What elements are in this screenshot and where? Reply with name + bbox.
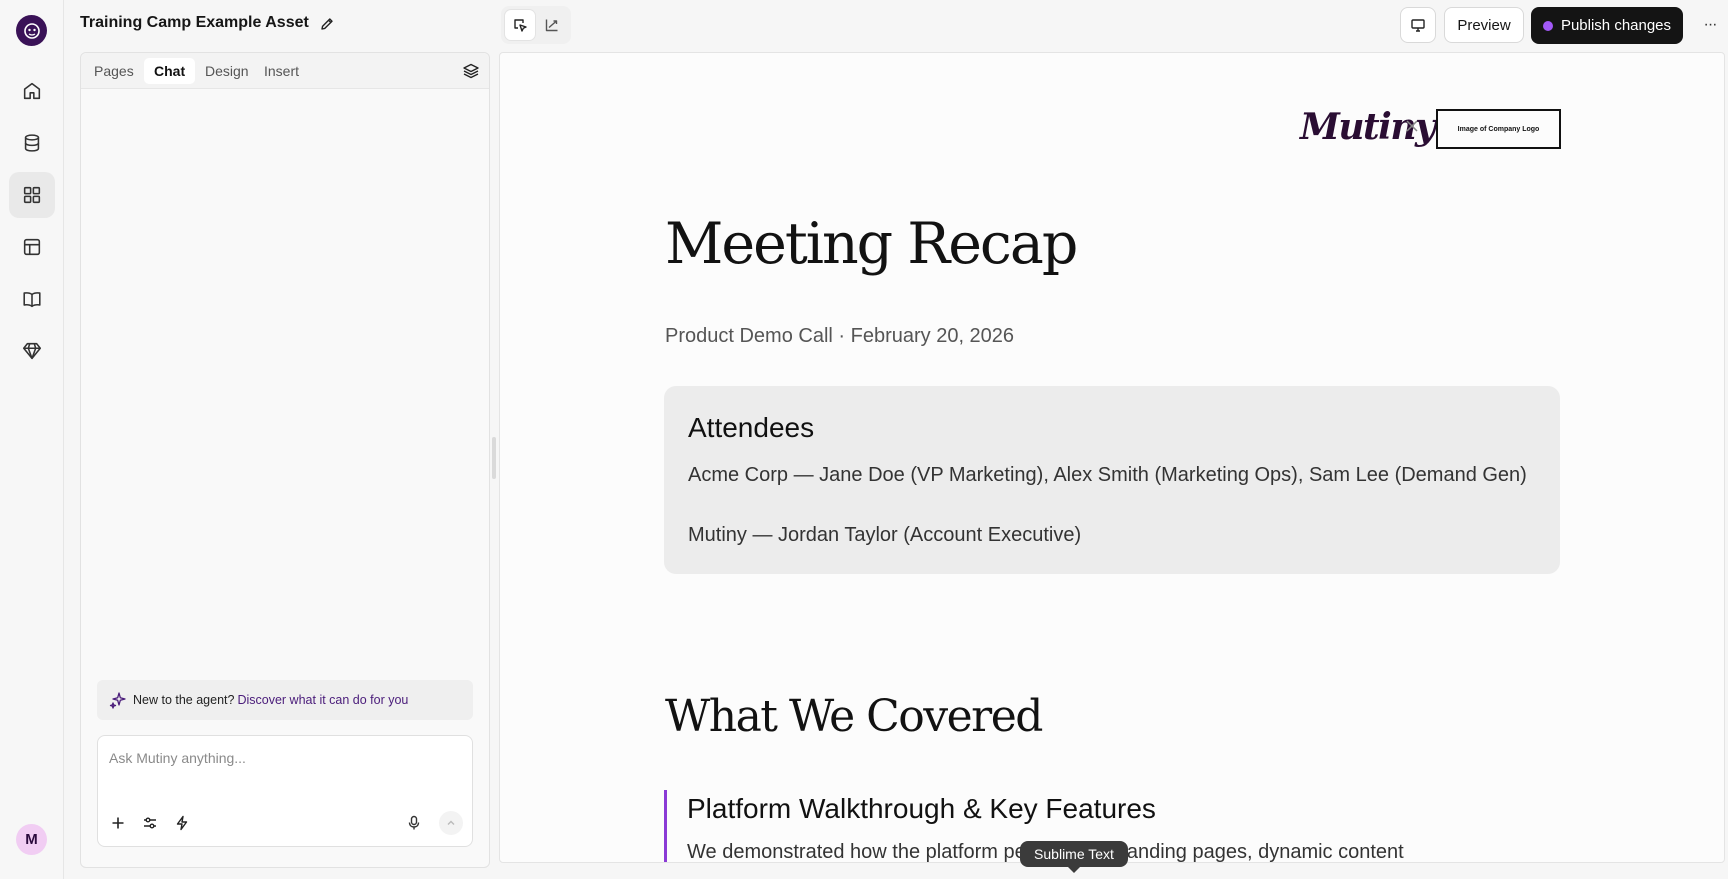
rail-data-button[interactable] <box>9 120 55 166</box>
cursor-select-icon <box>514 19 527 32</box>
rail-home-button[interactable] <box>9 68 55 114</box>
page-subtitle[interactable]: Product Demo Call · February 20, 2026 <box>665 325 1014 348</box>
status-dot-icon <box>1542 20 1553 31</box>
diamond-icon <box>22 342 42 360</box>
microphone-icon <box>408 815 420 830</box>
company-logo-placeholder[interactable]: Image of Company Logo <box>1436 109 1561 149</box>
rail-templates-button[interactable] <box>9 224 55 270</box>
chart-trend-icon <box>545 19 558 32</box>
attendees-line: Mutiny — Jordan Taylor (Account Executiv… <box>688 524 1082 546</box>
document-title: Training Camp Example Asset <box>80 14 309 31</box>
tip-text: New to the agent? <box>133 693 235 707</box>
tab-pages[interactable]: Pages <box>84 58 144 84</box>
publish-button[interactable]: Publish changes <box>1531 7 1683 44</box>
publish-label: Publish changes <box>1560 17 1672 34</box>
tab-insert[interactable]: Insert <box>254 58 309 84</box>
attendees-title: Attendees <box>688 412 815 443</box>
canvas-tool-group <box>501 6 571 44</box>
layers-icon[interactable] <box>462 62 480 80</box>
taskbar-tooltip: Sublime Text <box>1020 841 1128 873</box>
rail-library-button[interactable] <box>9 276 55 322</box>
plus-icon <box>112 817 124 829</box>
page-canvas: Mutiny Image of Company Logo Meeting Rec… <box>499 52 1725 863</box>
desktop-view-button[interactable] <box>1400 7 1436 43</box>
analytics-tool-button[interactable] <box>537 10 567 40</box>
agent-tip-banner: New to the agent? Discover what it can d… <box>97 680 473 720</box>
tab-design[interactable]: Design <box>195 58 259 84</box>
chat-settings-button[interactable] <box>139 812 161 834</box>
monitor-icon <box>1411 19 1425 32</box>
rail-pages-button[interactable] <box>9 172 55 218</box>
user-avatar[interactable]: M <box>16 824 47 855</box>
lightning-icon <box>176 815 188 831</box>
grid-icon <box>23 186 41 204</box>
app-logo-icon[interactable] <box>16 15 47 46</box>
home-icon <box>23 82 41 100</box>
tab-chat[interactable]: Chat <box>144 58 196 84</box>
sparkle-icon <box>109 692 126 709</box>
chevron-up-icon <box>447 820 455 825</box>
quick-actions-button[interactable] <box>171 812 193 834</box>
tip-discover-link[interactable]: Discover what it can do for you <box>237 693 408 707</box>
rail-plan-button[interactable] <box>9 328 55 374</box>
page-heading[interactable]: Meeting Recap <box>665 211 1078 277</box>
add-attachment-button[interactable] <box>107 812 129 834</box>
edit-title-icon[interactable] <box>319 16 335 32</box>
panel-resize-handle[interactable] <box>492 437 496 479</box>
voice-input-button[interactable] <box>403 812 425 834</box>
panel-tabs: Pages Chat Design Insert <box>81 53 489 89</box>
book-icon <box>23 292 41 308</box>
chat-input[interactable] <box>109 746 459 770</box>
layout-icon <box>23 238 41 256</box>
chat-composer <box>97 735 473 847</box>
database-icon <box>24 134 40 152</box>
attendees-card[interactable]: Attendees Acme Corp — Jane Doe (VP Marke… <box>664 386 1560 574</box>
more-options-button[interactable]: ··· <box>1700 12 1720 38</box>
sliders-icon <box>144 817 156 829</box>
attendees-line: Acme Corp — Jane Doe (VP Marketing), Ale… <box>688 464 1527 486</box>
preview-button[interactable]: Preview <box>1444 7 1524 43</box>
chat-panel: Pages Chat Design Insert New to the agen… <box>80 52 490 868</box>
cross-separator-icon <box>1406 120 1418 132</box>
covered-heading[interactable]: What We Covered <box>665 691 1043 742</box>
section-title: Platform Walkthrough & Key Features <box>687 793 1156 824</box>
send-button[interactable] <box>439 811 463 835</box>
left-rail: M <box>0 0 64 879</box>
select-tool-button[interactable] <box>505 10 535 40</box>
